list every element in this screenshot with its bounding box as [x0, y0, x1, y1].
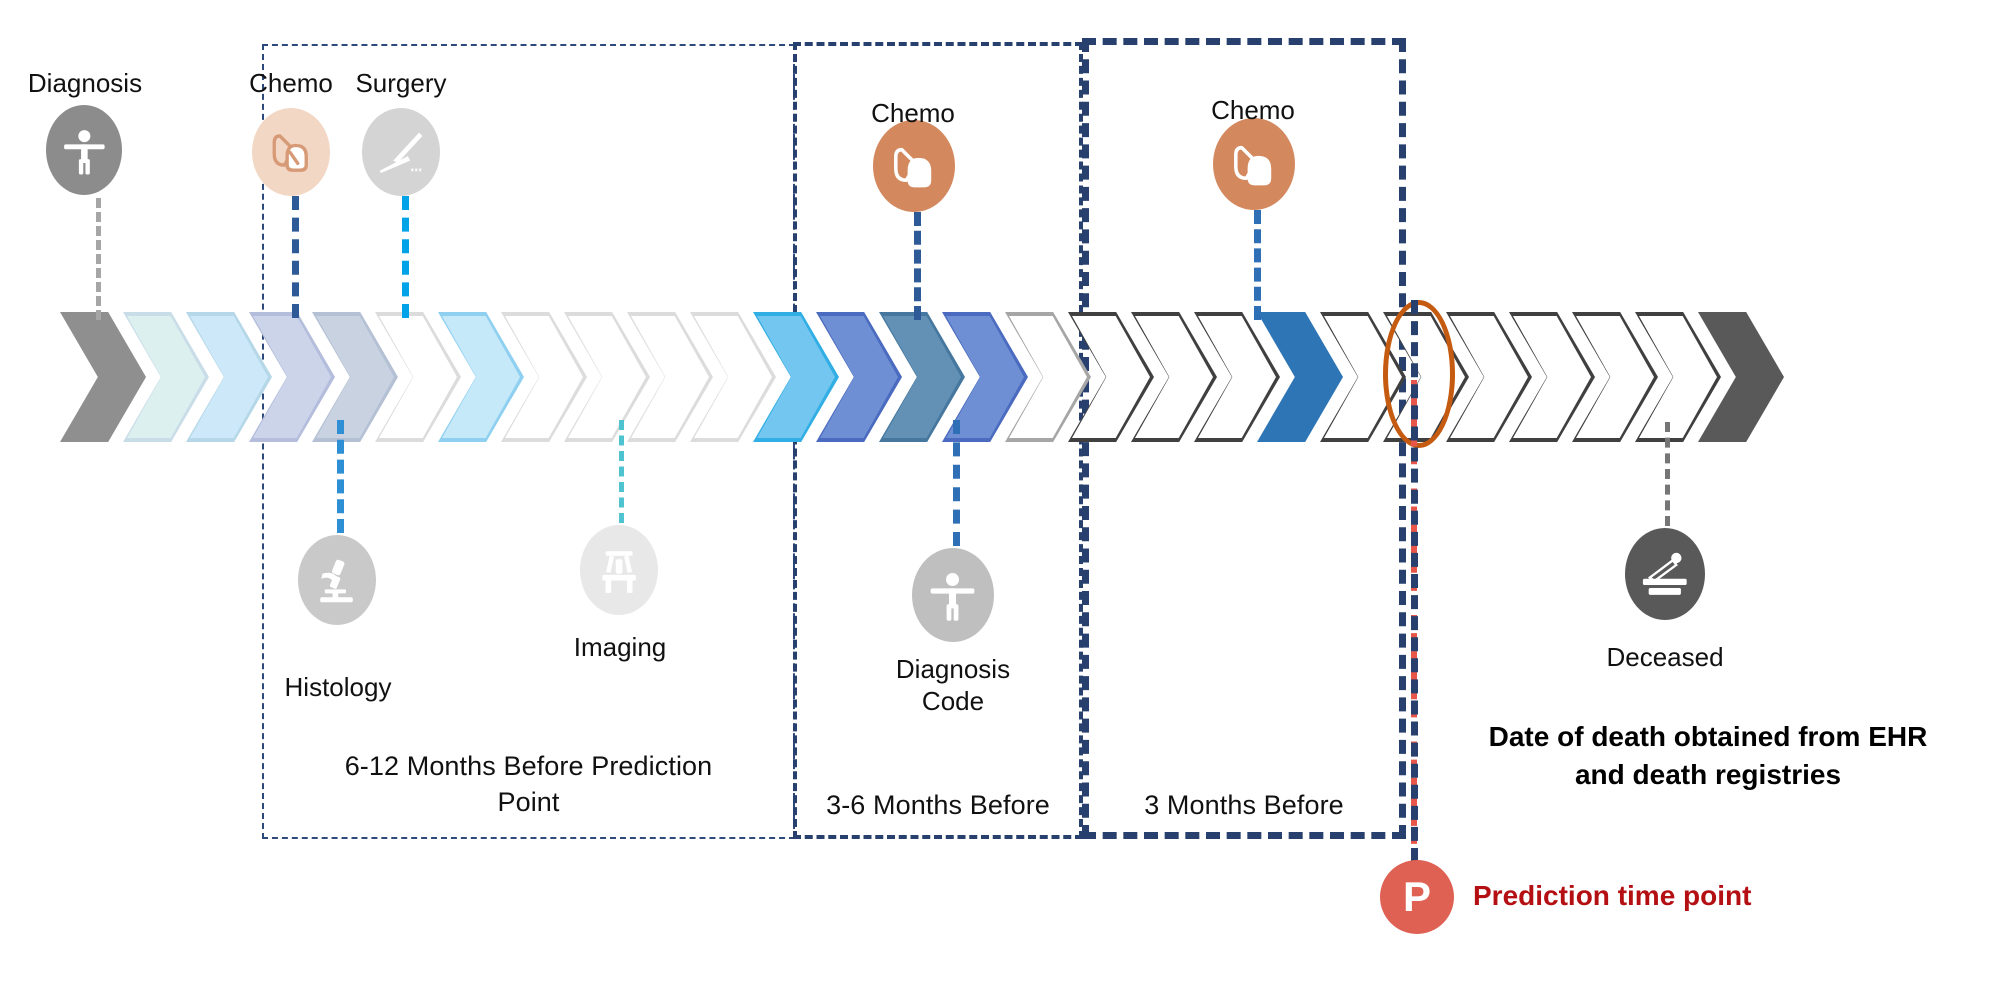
chevron-fill: [64, 316, 142, 438]
node-label-diagnosis_code: Diagnosis Code: [895, 654, 1011, 716]
xray-icon: [580, 525, 658, 615]
date-of-death-note: Date of death obtained from EHR and deat…: [1488, 721, 1928, 790]
node-label-diagnosis: Diagnosis: [27, 68, 143, 98]
person-icon-glyph: [57, 118, 112, 183]
deathbed-icon: [1625, 528, 1705, 620]
connector-chemo3: [1254, 210, 1261, 320]
connector-deceased: [1665, 422, 1670, 526]
period-label-p6_12: 6-12 Months Before Prediction Point: [344, 751, 713, 818]
connector-chemo1: [292, 196, 299, 318]
person-icon: [912, 548, 994, 642]
prediction-time-point-label: Prediction time point: [1473, 880, 1752, 911]
connector-chemo2: [914, 212, 921, 320]
person-icon-glyph: [923, 561, 982, 629]
node-label-imaging: Imaging: [573, 632, 667, 662]
xray-icon-glyph: [591, 538, 647, 603]
node-label-surgery: Surgery: [355, 68, 447, 98]
node-label-histology: Histology: [284, 672, 392, 702]
prediction-line-navy: [1411, 300, 1418, 862]
connector-histology: [337, 420, 344, 533]
pill-icon: [1213, 118, 1295, 210]
node-label-deceased: Deceased: [1606, 642, 1724, 672]
connector-diagnosis_code: [953, 420, 960, 546]
period-label-p3_6: 3-6 Months Before: [826, 790, 1050, 820]
pill-icon-glyph: [884, 133, 943, 199]
node-label-chemo3: Chemo: [1211, 95, 1295, 125]
microscope-icon-glyph: [309, 548, 365, 613]
pill-icon: [252, 108, 330, 196]
connector-diagnosis: [96, 198, 101, 320]
pill-icon-glyph: [1224, 131, 1283, 197]
scalpel-icon-glyph: [373, 120, 429, 183]
person-icon: [46, 105, 122, 195]
diagram-canvas: 6-12 Months Before Prediction Point 3-6 M…: [0, 0, 1995, 988]
pill-icon: [873, 120, 955, 212]
node-label-chemo2: Chemo: [871, 98, 955, 128]
prediction-highlight-ellipse: [1383, 300, 1455, 448]
microscope-icon: [298, 535, 376, 625]
period-label-p3: 3 Months Before: [1144, 790, 1344, 820]
scalpel-icon: [362, 108, 440, 196]
pill-icon-glyph: [263, 120, 319, 183]
connector-imaging: [619, 420, 624, 523]
chevron-0-diagnosis-segment: [60, 312, 146, 442]
prediction-point-marker[interactable]: P: [1380, 860, 1454, 934]
connector-surgery: [402, 196, 409, 318]
deathbed-icon-glyph: [1636, 541, 1694, 607]
